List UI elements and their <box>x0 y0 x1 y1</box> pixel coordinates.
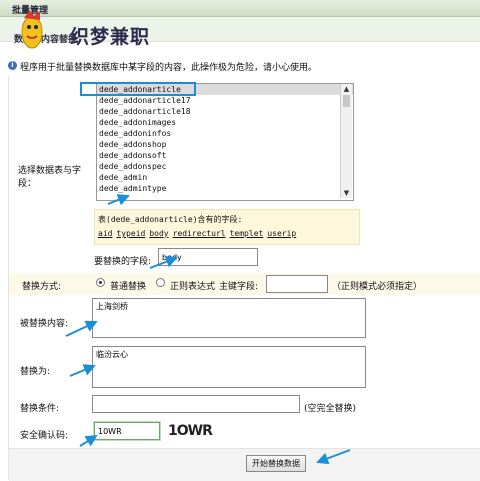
arrow-to-replace-with <box>69 364 96 377</box>
arrow-to-submit <box>316 449 351 465</box>
arrow-to-body-field <box>149 255 178 269</box>
arrow-to-replaced-content <box>65 320 98 337</box>
arrow-to-captcha <box>79 434 98 447</box>
arrow-to-fields <box>107 194 130 206</box>
annotation-arrows <box>65 194 351 465</box>
